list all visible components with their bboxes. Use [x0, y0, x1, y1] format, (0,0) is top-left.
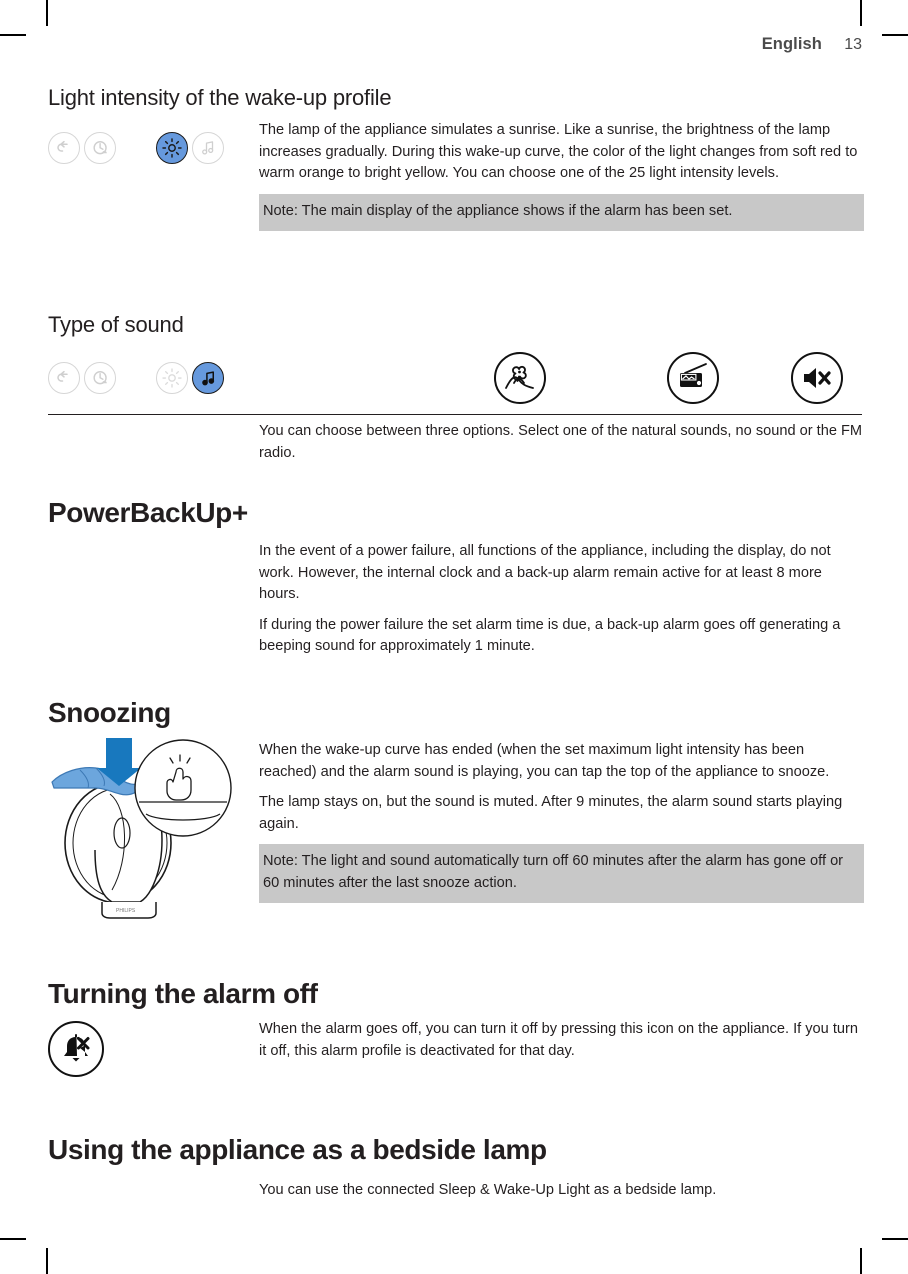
body-powerbackup: In the event of a power failure, all fun… [259, 541, 864, 658]
body-snoozing: When the wake-up curve has ended (when t… [259, 740, 864, 903]
body-type-of-sound: You can choose between three options. Se… [259, 421, 864, 464]
nature-sound-icon[interactable] [494, 352, 546, 404]
heading-bedside-lamp: Using the appliance as a bedside lamp [48, 1134, 547, 1165]
note-box-light-intensity: Note: The main display of the appliance … [259, 193, 864, 231]
manual-page: English 13 Light intensity of the wake-u… [48, 0, 864, 1274]
page-header: English 13 [762, 35, 862, 54]
section-divider [48, 414, 862, 415]
paragraph: If during the power failure the set alar… [259, 616, 841, 655]
paragraph: You can choose between three options. Se… [259, 423, 863, 461]
alarm-clock-icon[interactable] [84, 132, 116, 164]
note-text: Note: The light and sound automatically … [263, 853, 844, 891]
alarm-off-icon[interactable] [48, 1021, 104, 1077]
paragraph: The lamp of the appliance simulates a su… [259, 122, 858, 181]
note-text: Note: The main display of the appliance … [263, 202, 733, 219]
tap-to-snooze-illustration: PHILIPS [40, 730, 245, 925]
crop-mark-top-right-h [882, 34, 908, 36]
svg-text:PHILIPS: PHILIPS [116, 908, 136, 914]
heading-snoozing: Snoozing [48, 697, 171, 728]
crop-mark-bottom-right-h [882, 1238, 908, 1240]
body-light-intensity: The lamp of the appliance simulates a su… [259, 120, 864, 231]
page-number: 13 [844, 36, 862, 53]
brightness-icon[interactable] [156, 132, 188, 164]
note-box-snoozing: Note: The light and sound automatically … [259, 844, 864, 903]
header-language: English [761, 35, 822, 53]
paragraph: In the event of a power failure, all fun… [259, 543, 831, 602]
fm-radio-icon[interactable] [667, 352, 719, 404]
control-strip-light-intensity [48, 132, 224, 164]
heading-type-of-sound: Type of sound [48, 312, 184, 337]
crop-mark-top-left-h [0, 34, 26, 36]
sound-option-icons [48, 352, 862, 406]
back-icon[interactable] [48, 132, 80, 164]
paragraph: When the wake-up curve has ended (when t… [259, 742, 830, 780]
mute-icon[interactable] [791, 352, 843, 404]
paragraph: When the alarm goes off, you can turn it… [259, 1021, 858, 1059]
paragraph: The lamp stays on, but the sound is mute… [259, 794, 843, 832]
heading-powerbackup: PowerBackUp+ [48, 497, 248, 528]
body-turning-alarm-off: When the alarm goes off, you can turn it… [259, 1019, 864, 1062]
music-note-icon[interactable] [192, 132, 224, 164]
paragraph: You can use the connected Sleep & Wake-U… [259, 1182, 717, 1198]
body-bedside-lamp: You can use the connected Sleep & Wake-U… [259, 1180, 864, 1202]
heading-turning-alarm-off: Turning the alarm off [48, 978, 318, 1009]
heading-light-intensity: Light intensity of the wake-up profile [48, 85, 392, 110]
crop-mark-bottom-left-h [0, 1238, 26, 1240]
